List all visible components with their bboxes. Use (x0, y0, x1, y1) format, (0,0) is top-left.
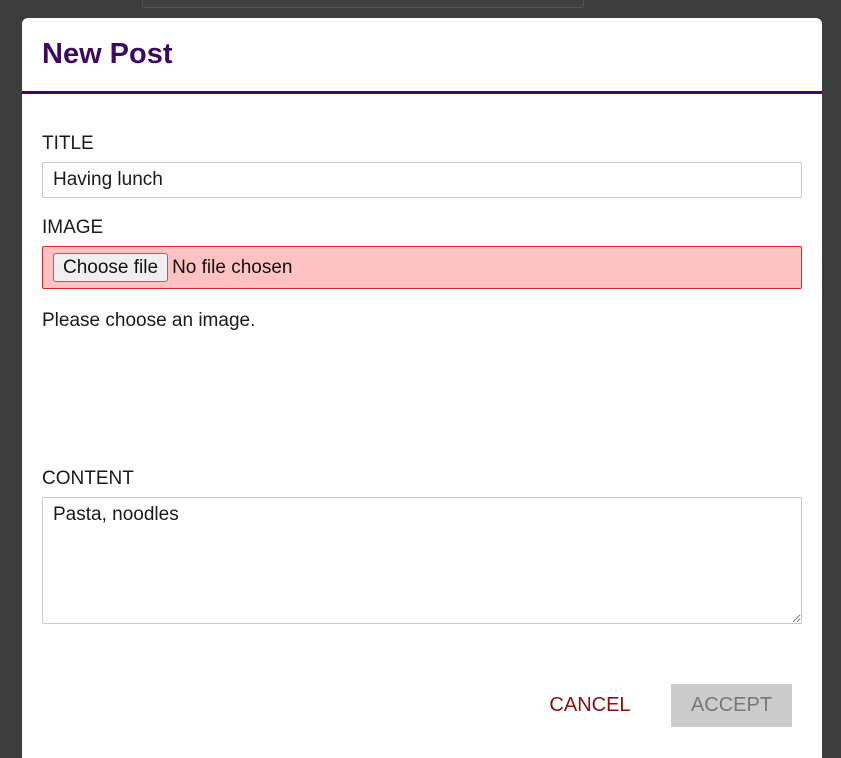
new-post-modal: New Post TITLE IMAGE Choose file No file… (22, 18, 822, 758)
title-label: TITLE (42, 133, 94, 154)
file-status-text: No file chosen (172, 256, 293, 278)
content-label: CONTENT (42, 468, 134, 489)
title-input[interactable] (42, 162, 802, 198)
cancel-button[interactable]: CANCEL (532, 684, 648, 727)
image-error-message: Please choose an image. (42, 310, 256, 331)
modal-header: New Post (22, 18, 822, 94)
modal-title: New Post (42, 38, 173, 70)
image-file-input[interactable]: Choose file No file chosen (42, 246, 802, 289)
image-label: IMAGE (42, 217, 104, 238)
choose-file-button[interactable]: Choose file (53, 253, 169, 282)
content-textarea[interactable]: Pasta, noodles (42, 497, 802, 624)
background-page-element (142, 0, 584, 8)
accept-button[interactable]: ACCEPT (671, 684, 792, 727)
